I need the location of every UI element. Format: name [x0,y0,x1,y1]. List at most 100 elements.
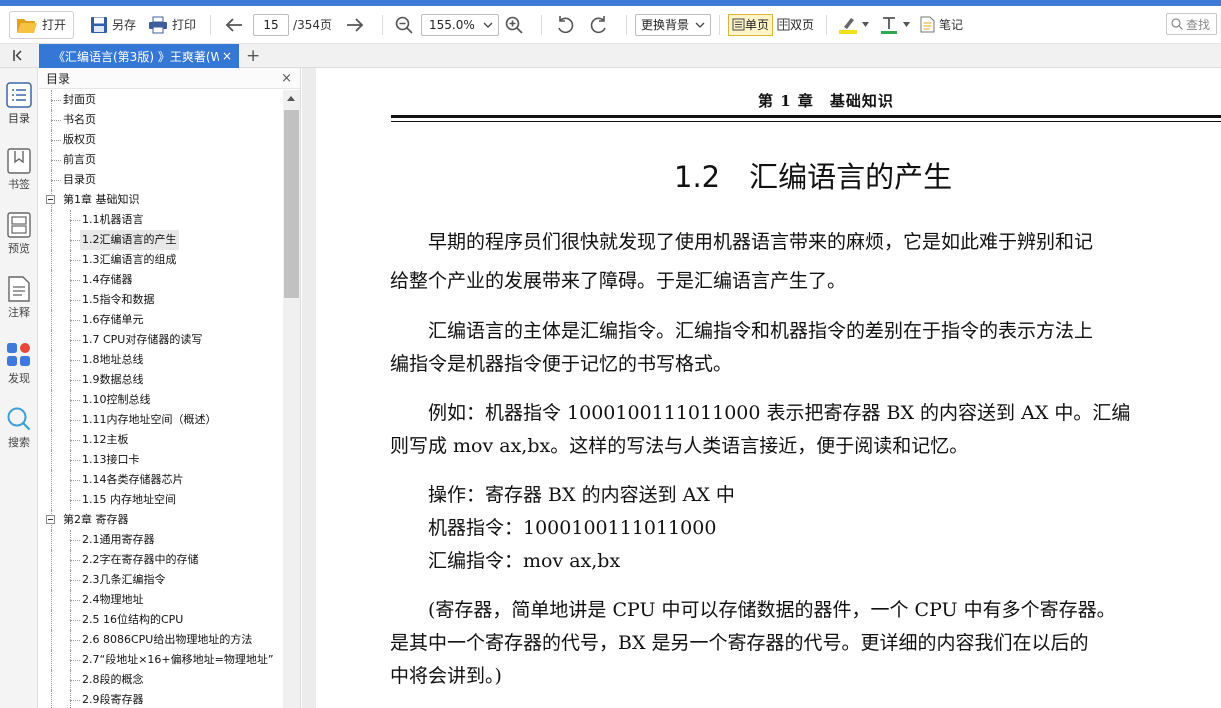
tree-connector [70,660,80,661]
toc-item[interactable]: 1.5指令和数据 [39,290,283,310]
document-tab[interactable]: 《汇编语言(第3版) 》王爽著(W × [39,44,239,68]
toc-item[interactable]: 1.11内存地址空间（概述） [39,410,283,430]
open-button[interactable]: 打开 [9,10,75,39]
toc-item-label: 2.2字在寄存器中的存储 [82,553,199,566]
toc-item[interactable]: 第1章 基础知识 [39,190,283,210]
toc-item[interactable]: 2.5 16位结构的CPU [39,610,283,630]
header-rule-thin [391,121,1221,122]
toc-close-button[interactable]: × [281,71,292,86]
toc-item-label: 2.9段寄存器 [82,693,144,706]
toc-item[interactable]: 1.3汇编语言的组成 [39,250,283,270]
toc-item[interactable]: 2.9段寄存器 [39,690,283,708]
document-view[interactable]: 第 1 章 基础知识 1.2 汇编语言的产生 早期的程序员们很快就发现了使用机器… [302,68,1221,708]
tree-connector [70,300,80,301]
toc-item[interactable]: 1.12主板 [39,430,283,450]
zoom-out-icon [395,16,413,34]
toc-item[interactable]: 2.3几条汇编指令 [39,570,283,590]
tree-guide-line [51,650,52,670]
double-page-button[interactable]: 双页 [773,14,818,36]
toc-item[interactable]: 1.1机器语言 [39,210,283,230]
zoom-out-button[interactable] [391,11,421,39]
rotate-left-button[interactable] [550,11,584,39]
rotate-right-button[interactable] [584,11,618,39]
toc-item[interactable]: 1.4存储器 [39,270,283,290]
toc-item[interactable]: 2.8段的概念 [39,670,283,690]
toc-item[interactable]: 1.9数据总线 [39,370,283,390]
nav-item-bookmarks[interactable]: 书签 [0,148,38,192]
printer-icon [149,16,168,33]
toc-item[interactable]: 2.7“段地址×16+偏移地址=物理地址” [39,650,283,670]
toc-item-label: 书名页 [63,113,96,126]
new-tab-button[interactable]: + [246,45,260,67]
nav-label-bookmarks: 书签 [8,178,30,191]
toc-item[interactable]: 书名页 [39,110,283,130]
chevron-down-icon [903,22,911,27]
tree-guide-line [51,570,52,590]
collapse-sidebar-button[interactable] [0,44,38,68]
tree-connector [70,480,80,481]
tree-guide-line [51,410,52,430]
nav-item-annotations[interactable]: 注释 [0,276,38,320]
toc-item[interactable]: 1.15 内存地址空间 [39,490,283,510]
toc-item-label: 1.8地址总线 [82,353,144,366]
tree-guide-line [51,350,52,370]
text-color-button[interactable] [876,11,917,39]
save-as-button[interactable]: 另存 [84,11,142,39]
bookmark-icon [7,148,31,174]
toc-item-label: 1.14各类存储器芯片 [82,473,184,486]
collapse-toggle-icon[interactable] [46,195,55,204]
tree-connector [70,540,80,541]
chevron-down-icon [483,22,493,28]
tree-guide-line [51,210,52,230]
toc-item[interactable]: 1.10控制总线 [39,390,283,410]
nav-item-discover[interactable]: 发现 [0,342,38,386]
zoom-in-button[interactable] [499,11,533,39]
highlight-button[interactable] [835,11,876,39]
zoom-select[interactable]: 155.0% [421,13,499,36]
toc-item[interactable]: 版权页 [39,130,283,150]
toc-item[interactable]: 封面页 [39,90,283,110]
toc-item[interactable]: 1.2汇编语言的产生 [39,230,283,250]
tree-guide-line [51,490,52,510]
toc-scrollbar[interactable] [283,90,300,708]
toolbar-divider [719,14,721,35]
page-number-input[interactable]: 15 [253,13,290,36]
rotate-left-icon [558,15,574,33]
toc-item[interactable]: 1.13接口卡 [39,450,283,470]
tab-close-button[interactable]: × [219,49,235,63]
toc-title: 目录 [46,71,71,86]
tree-connector [51,160,61,161]
toc-item[interactable]: 第2章 寄存器 [39,510,283,530]
toc-item[interactable]: 1.8地址总线 [39,350,283,370]
tree-guide-line [70,690,71,708]
nav-item-search[interactable]: 搜索 [0,406,38,450]
change-background-select[interactable]: 更换背景 [635,13,712,36]
nav-item-preview[interactable]: 预览 [0,212,38,256]
toc-item[interactable]: 2.1通用寄存器 [39,530,283,550]
body-text-line: 是其中一个寄存器的代号，BX 是另一个寄存器的代号。更详细的内容我们在以后的 [390,632,1089,654]
toc-item[interactable]: 1.7 CPU对存储器的读写 [39,330,283,350]
search-icon [7,407,31,431]
toc-scroll-thumb[interactable] [284,110,299,298]
toc-item-label: 2.6 8086CPU给出物理地址的方法 [82,633,253,646]
toc-item[interactable]: 前言页 [39,150,283,170]
collapse-toggle-icon[interactable] [46,515,55,524]
nav-item-toc[interactable]: 目录 [0,82,38,126]
print-button[interactable]: 打印 [142,11,202,39]
toc-item[interactable]: 2.4物理地址 [39,590,283,610]
next-page-button[interactable] [340,11,374,39]
previous-page-button[interactable] [219,11,253,39]
toc-item[interactable]: 1.14各类存储器芯片 [39,470,283,490]
toc-item[interactable]: 2.2字在寄存器中的存储 [39,550,283,570]
note-button[interactable]: 笔记 [917,11,966,39]
search-input[interactable]: 查找 [1166,13,1217,35]
scroll-up-arrow-icon[interactable] [287,96,295,101]
note-icon [920,16,935,33]
single-page-button[interactable]: 单页 [728,13,774,36]
toc-item[interactable]: 目录页 [39,170,283,190]
tree-guide-line [51,630,52,650]
toc-item[interactable]: 1.6存储单元 [39,310,283,330]
toc-item-label: 封面页 [63,93,96,106]
tree-guide-line [51,230,52,250]
toc-item[interactable]: 2.6 8086CPU给出物理地址的方法 [39,630,283,650]
